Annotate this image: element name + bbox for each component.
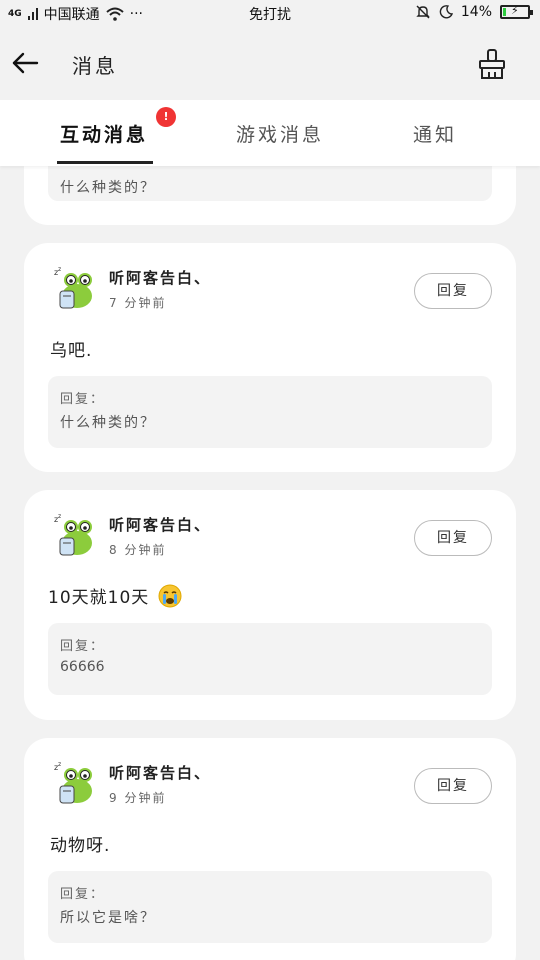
page-title: 消息: [72, 54, 118, 78]
quote-text: 什么种类的？: [60, 180, 156, 196]
frog-avatar[interactable]: z z: [50, 512, 98, 560]
message-content: 乌吧.: [50, 341, 93, 361]
mute-bell-icon: [416, 5, 430, 19]
status-bar: 4G 中国联通 ··· 免打扰 14% ⚡: [0, 0, 540, 28]
quote-label: 回复：: [60, 392, 106, 407]
quote-box: 回复： 66666: [48, 623, 492, 695]
crying-emoji-icon: [158, 584, 182, 608]
quote-box: 回复： 所以它是啥？: [48, 871, 492, 943]
battery-icon: ⚡: [500, 4, 533, 19]
quote-label: 回复：: [60, 639, 106, 654]
tab-notification[interactable]: 通知: [413, 120, 457, 147]
battery-fill: [503, 8, 506, 16]
unread-badge: !: [156, 107, 176, 127]
quote-box: 什么种类的？: [48, 166, 492, 201]
message-time: 7 分钟前: [109, 296, 167, 310]
frog-avatar[interactable]: z z: [50, 760, 98, 808]
message-card: z z 听阿客告白、 8 分钟前 回复 10天就10天 回复： 66666: [24, 490, 516, 720]
svg-text:z: z: [58, 761, 61, 768]
quote-text: 所以它是啥？: [60, 910, 156, 926]
reply-button[interactable]: 回复: [414, 768, 492, 804]
message-content: 动物呀.: [50, 836, 111, 856]
message-content-wrap: 10天就10天: [48, 583, 182, 608]
message-content: 10天就10天: [48, 588, 150, 608]
tab-interaction[interactable]: 互动消息: [60, 120, 148, 147]
message-card: z z 听阿客告白、 9 分钟前 回复 动物呀. 回复： 所以它是啥？: [24, 738, 516, 960]
tab-game[interactable]: 游戏消息: [236, 120, 324, 147]
message-card: z z 听阿客告白、 7 分钟前 回复 乌吧. 回复： 什么种类的？: [24, 243, 516, 472]
svg-text:z: z: [58, 513, 61, 520]
quote-text: 什么种类的？: [60, 415, 156, 431]
app-header: 消息: [0, 28, 540, 100]
quote-box: 回复： 什么种类的？: [48, 376, 492, 448]
app-root: 4G 中国联通 ··· 免打扰 14% ⚡ 消息 互动消息 ! 游戏消息 通知 …: [0, 0, 540, 960]
charging-bolt-icon: ⚡: [511, 4, 519, 17]
user-name[interactable]: 听阿客告白、: [109, 762, 211, 783]
broom-icon[interactable]: [478, 48, 506, 80]
active-tab-indicator: [57, 161, 153, 164]
message-tabs: 互动消息 ! 游戏消息 通知: [0, 100, 540, 166]
reply-button[interactable]: 回复: [414, 520, 492, 556]
message-feed[interactable]: 什么种类的？ z z 听阿客告白、 7 分钟前 回复 乌吧. 回复： 什么种类的…: [0, 166, 540, 960]
quote-text: 66666: [60, 659, 105, 675]
message-time: 8 分钟前: [109, 543, 167, 557]
svg-text:z: z: [58, 266, 61, 273]
user-name[interactable]: 听阿客告白、: [109, 267, 211, 288]
moon-icon: [439, 5, 453, 19]
status-right: 14% ⚡: [415, 4, 533, 20]
message-time: 9 分钟前: [109, 791, 167, 805]
user-name[interactable]: 听阿客告白、: [109, 514, 211, 535]
reply-button[interactable]: 回复: [414, 273, 492, 309]
arrow-left-icon[interactable]: [10, 48, 40, 78]
battery-percent: 14%: [460, 4, 492, 20]
quote-label: 回复：: [60, 887, 106, 902]
frog-avatar[interactable]: z z: [50, 265, 98, 313]
message-card: 什么种类的？: [24, 166, 516, 225]
